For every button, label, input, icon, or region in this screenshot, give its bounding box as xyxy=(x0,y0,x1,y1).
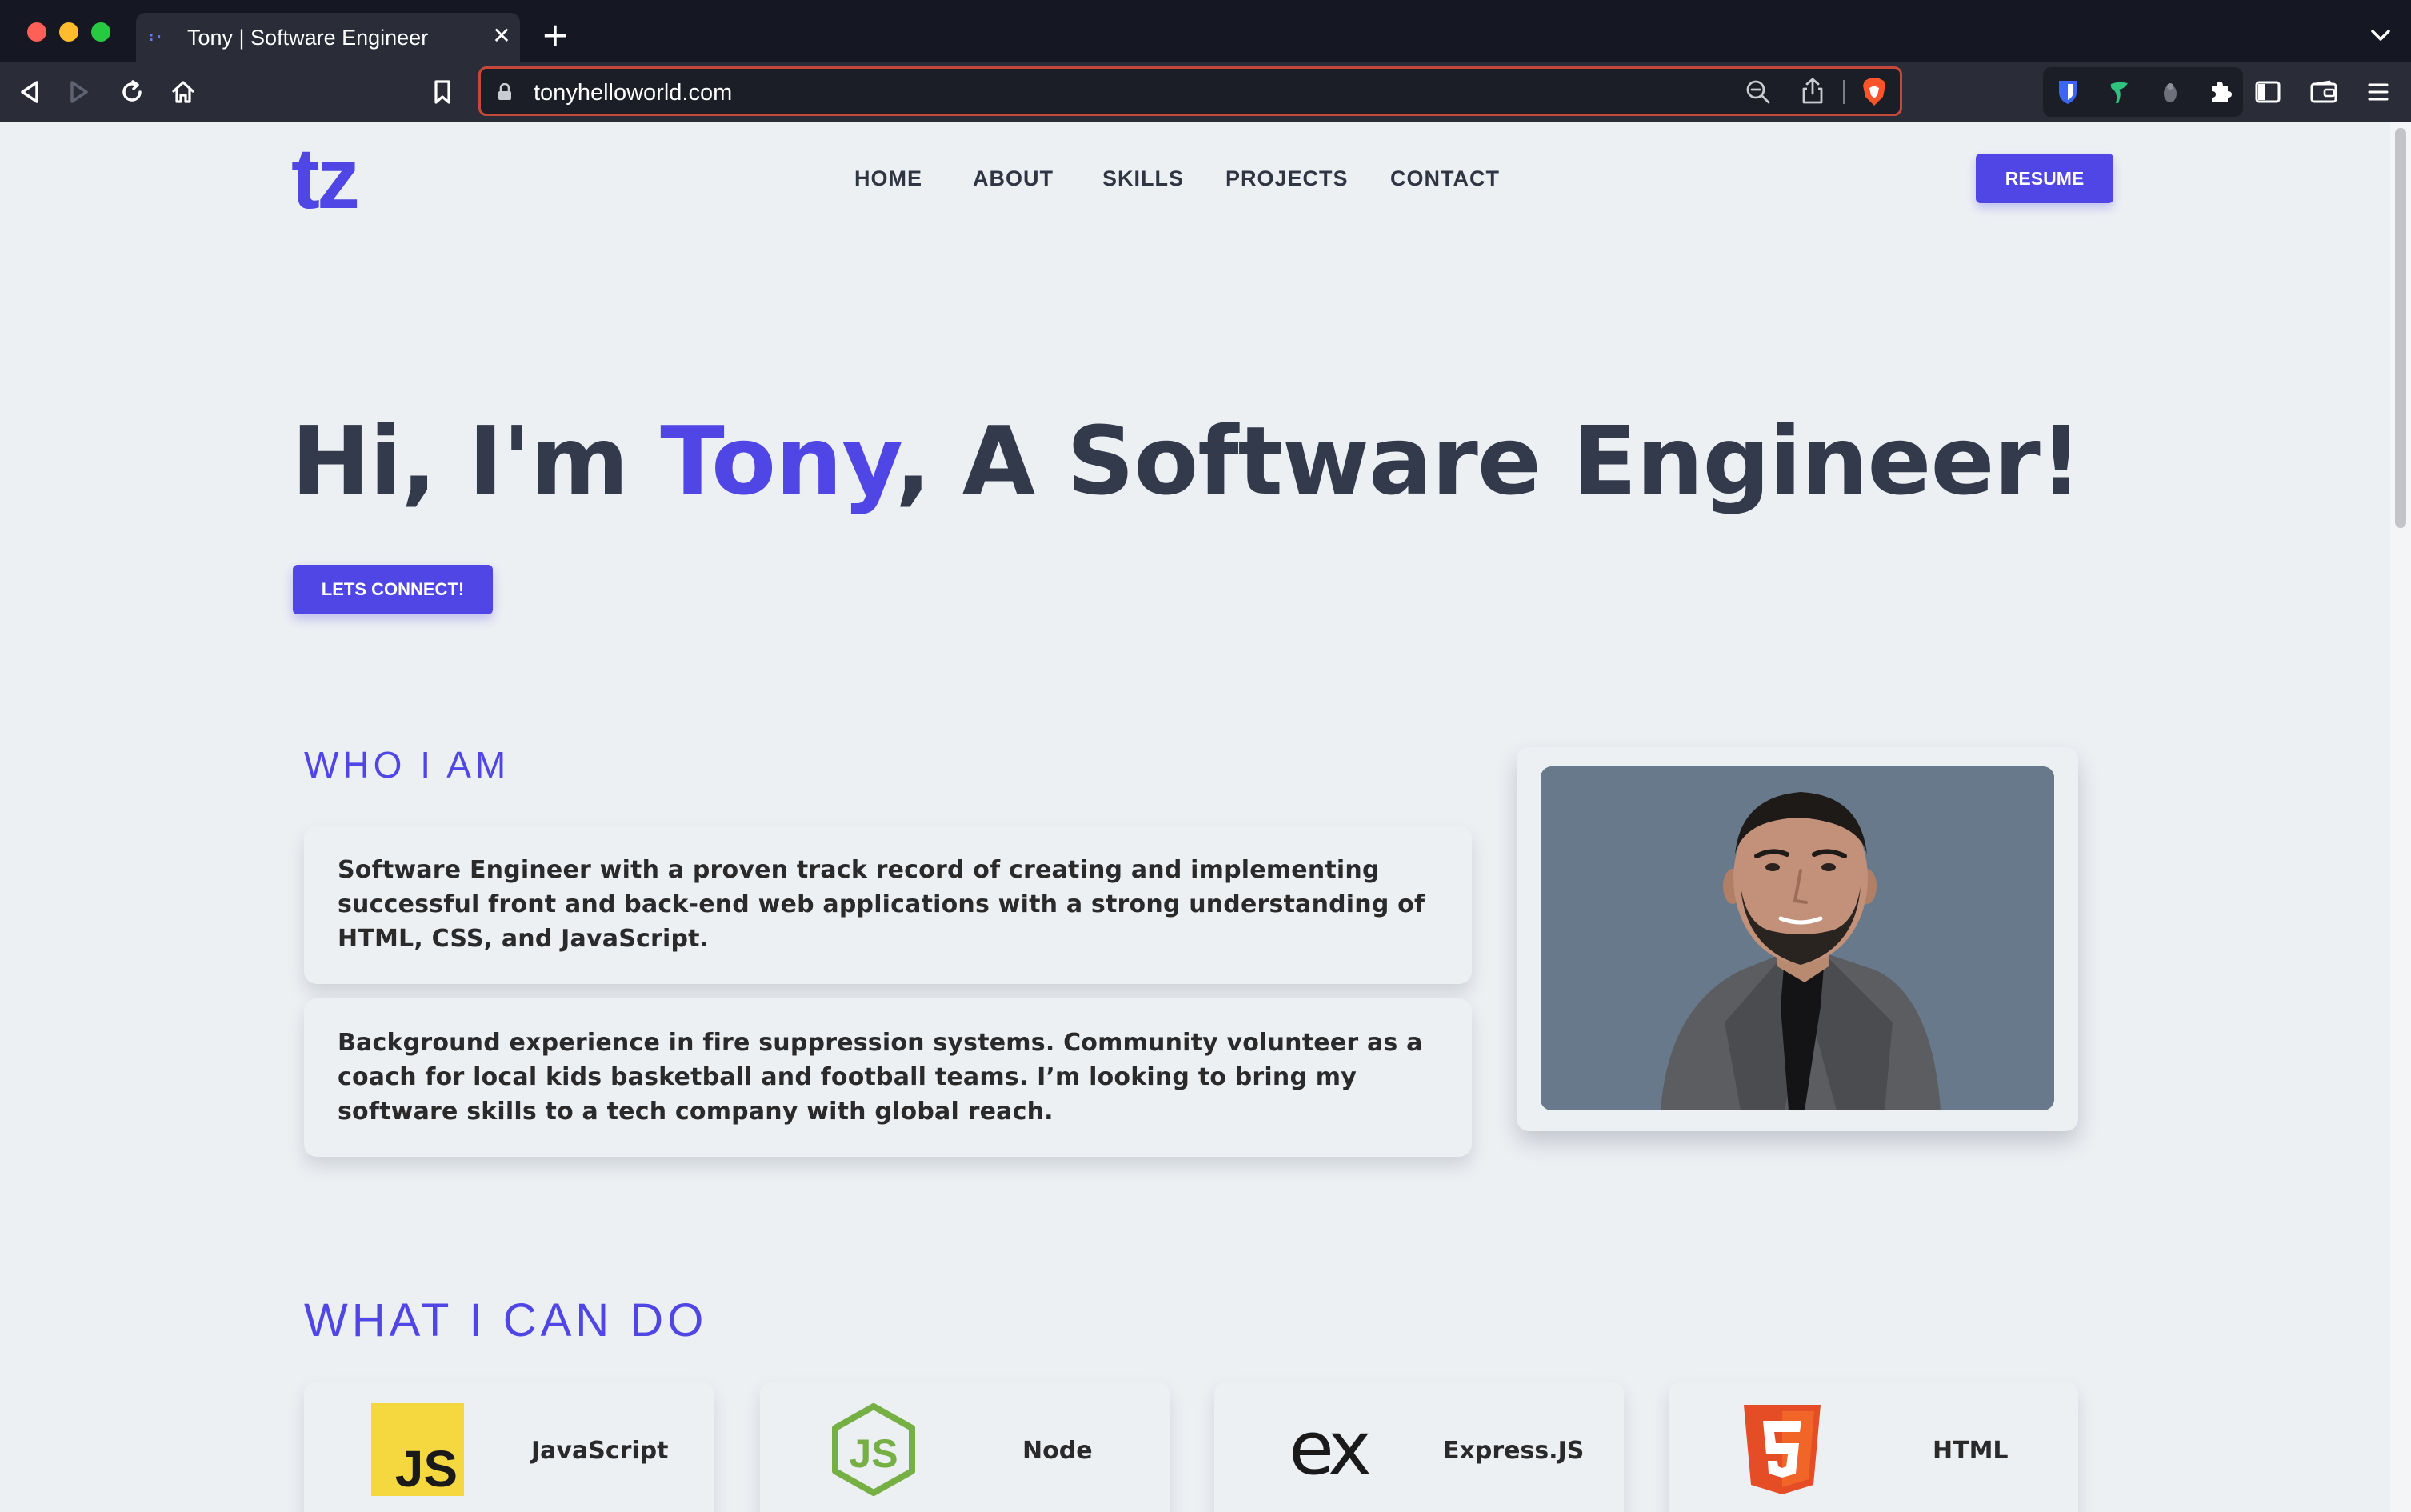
tab-favicon-icon: :· xyxy=(147,29,163,44)
bio-card: Background experience in fire suppressio… xyxy=(304,998,1472,1157)
bio-paragraph: Software Engineer with a proven track re… xyxy=(338,856,1425,953)
hero-heading: Hi, I'm Tony, A Software Engineer! xyxy=(291,403,2082,518)
javascript-icon: JS xyxy=(371,1403,464,1496)
tab-list-chevron-icon[interactable] xyxy=(2366,21,2395,50)
nav-home[interactable]: HOME xyxy=(854,165,922,192)
browser-toolbar: tonyhelloworld.com xyxy=(0,62,2411,122)
nav-projects[interactable]: PROJECTS xyxy=(1225,165,1349,192)
express-icon: ex xyxy=(1289,1406,1374,1491)
bitwarden-icon[interactable] xyxy=(2051,75,2085,109)
brave-shields-icon[interactable] xyxy=(1860,76,1889,108)
skill-label: JavaScript xyxy=(531,1437,669,1465)
nav-skills[interactable]: SKILLS xyxy=(1102,165,1184,192)
bio-paragraph: Background experience in fire suppressio… xyxy=(338,1029,1423,1126)
hero-heading-prefix: Hi, I'm xyxy=(291,406,661,516)
home-icon[interactable] xyxy=(166,75,200,109)
wallet-icon[interactable] xyxy=(2307,75,2341,109)
skill-label: Node xyxy=(1022,1437,1093,1465)
back-icon[interactable] xyxy=(13,75,46,109)
new-tab-icon[interactable]: + xyxy=(541,18,570,52)
extensions-group xyxy=(2043,67,2243,117)
zoom-out-icon[interactable] xyxy=(1745,78,1772,106)
html5-icon xyxy=(1744,1405,1821,1494)
hero-heading-name: Tony xyxy=(660,406,896,516)
skill-card-node: JS Node xyxy=(760,1382,1170,1512)
lock-icon xyxy=(498,83,511,100)
leaf-extension-icon[interactable] xyxy=(2102,75,2136,109)
skill-card-html: HTML xyxy=(1669,1382,2078,1512)
address-bar-divider xyxy=(1843,80,1845,104)
page-scrollbar-thumb[interactable] xyxy=(2395,128,2406,528)
forward-icon[interactable] xyxy=(62,75,96,109)
resume-button[interactable]: RESUME xyxy=(1976,154,2113,203)
minimize-window-button[interactable] xyxy=(59,22,78,42)
svg-text:JS: JS xyxy=(849,1431,898,1476)
svg-text:JS: JS xyxy=(395,1440,458,1496)
skill-card-javascript: JS JavaScript xyxy=(304,1382,714,1512)
url-text: tonyhelloworld.com xyxy=(534,80,733,106)
maximize-window-button[interactable] xyxy=(91,22,110,42)
menu-icon[interactable] xyxy=(2361,75,2395,109)
close-window-button[interactable] xyxy=(27,22,46,42)
profile-photo-card xyxy=(1517,747,2078,1131)
tab-title: Tony | Software Engineer xyxy=(187,26,429,50)
skills-section-title: WHAT I CAN DO xyxy=(304,1294,708,1346)
skill-card-express: ex Express.JS xyxy=(1214,1382,1624,1512)
sidebar-toggle-icon[interactable] xyxy=(2251,75,2285,109)
grey-extension-icon[interactable] xyxy=(2153,75,2187,109)
share-icon[interactable] xyxy=(1799,77,1826,106)
skill-label: HTML xyxy=(1933,1437,2009,1465)
skill-label: Express.JS xyxy=(1443,1437,1585,1465)
nodejs-icon: JS xyxy=(832,1403,915,1496)
extensions-puzzle-icon[interactable] xyxy=(2203,75,2237,109)
browser-tab-bar: :· Tony | Software Engineer ✕ + xyxy=(0,0,2411,62)
lets-connect-button[interactable]: LETS CONNECT! xyxy=(293,565,493,614)
bookmark-icon[interactable] xyxy=(426,75,459,109)
nav-about[interactable]: ABOUT xyxy=(973,165,1054,192)
hero-heading-suffix: , A Software Engineer! xyxy=(894,406,2083,516)
nav-contact[interactable]: CONTACT xyxy=(1390,165,1500,192)
svg-text:ex: ex xyxy=(1289,1406,1369,1491)
reload-icon[interactable] xyxy=(115,75,149,109)
about-section-title: WHO I AM xyxy=(304,744,510,786)
bio-card: Software Engineer with a proven track re… xyxy=(304,826,1472,984)
profile-photo xyxy=(1541,766,2054,1110)
tab-close-icon[interactable]: ✕ xyxy=(490,22,514,50)
address-bar[interactable]: tonyhelloworld.com xyxy=(478,66,1902,116)
site-logo[interactable]: tz xyxy=(291,134,360,222)
